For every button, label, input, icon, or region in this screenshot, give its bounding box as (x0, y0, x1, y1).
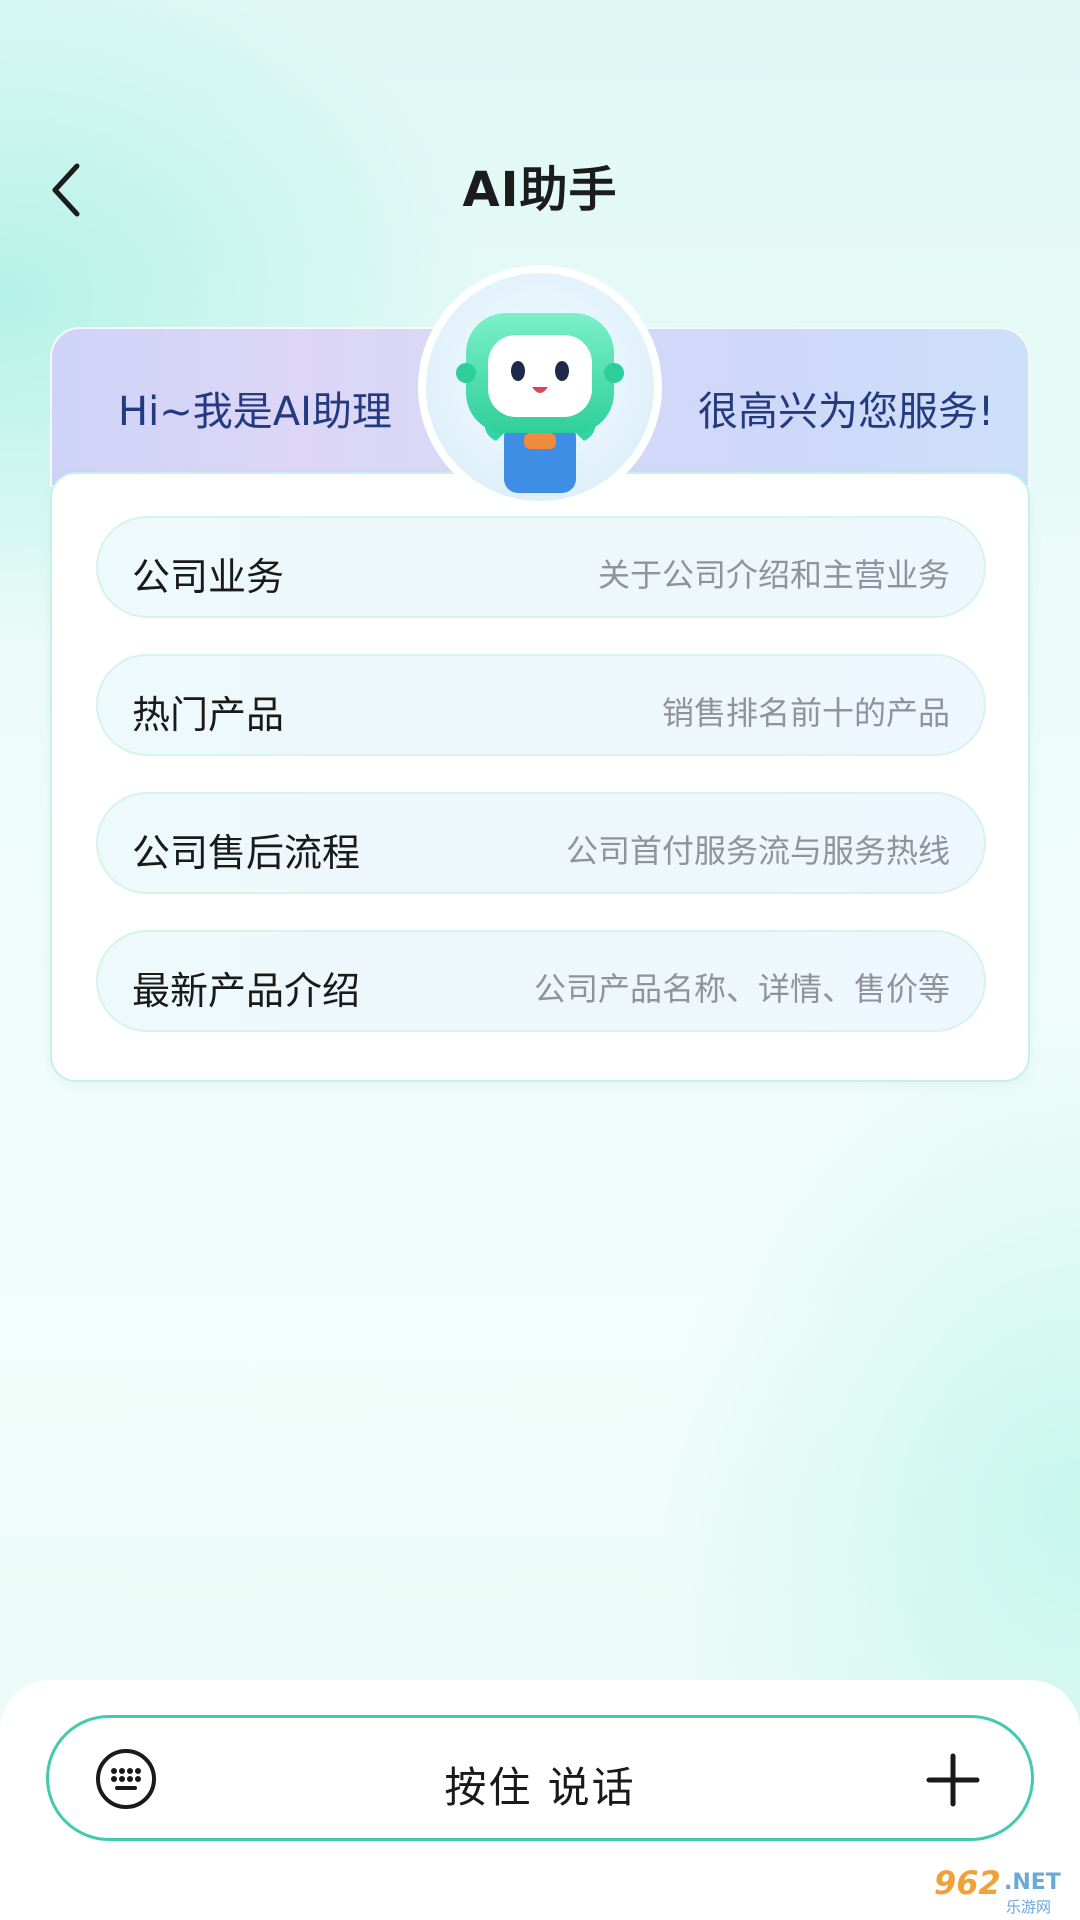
greeting-text-right: 很高兴为您服务! (697, 389, 994, 435)
plus-icon (926, 1753, 980, 1807)
menu-item-desc: 公司首付服务流与服务热线 (565, 832, 950, 870)
watermark-net: .NET (1004, 1870, 1061, 1895)
watermark-sub: 乐游网 (1006, 1898, 1052, 1916)
menu-item-desc: 公司产品名称、详情、售价等 (533, 970, 950, 1008)
menu-item-desc: 关于公司介绍和主营业务 (597, 556, 950, 594)
menu-item-title: 公司售后流程 (132, 831, 361, 875)
menu-item-after-sales[interactable]: 公司售后流程 公司首付服务流与服务热线 (96, 792, 986, 894)
more-options-button[interactable] (925, 1752, 981, 1808)
greeting-text-left: Hi~我是AI助理 (118, 389, 392, 435)
site-watermark: 962 .NET 乐游网 (934, 1864, 1074, 1916)
robot-mascot-icon (456, 313, 624, 493)
menu-item-new-products[interactable]: 最新产品介绍 公司产品名称、详情、售价等 (96, 930, 986, 1032)
hold-to-talk-label: 按住 说话 (444, 1763, 636, 1812)
menu-item-title: 热门产品 (132, 693, 285, 737)
menu-item-title: 最新产品介绍 (132, 969, 361, 1013)
menu-item-company-business[interactable]: 公司业务 关于公司介绍和主营业务 (96, 516, 986, 618)
hold-to-talk-button[interactable]: 按住 说话 (46, 1715, 1034, 1841)
assistant-avatar (418, 265, 662, 509)
menu-item-title: 公司业务 (132, 555, 285, 599)
menu-item-hot-products[interactable]: 热门产品 销售排名前十的产品 (96, 654, 986, 756)
quick-menu-card: 公司业务 关于公司介绍和主营业务 热门产品 销售排名前十的产品 公司售后流程 公… (50, 472, 1030, 1082)
watermark-brand: 962 (934, 1864, 1001, 1902)
page-title: AI助手 (462, 162, 618, 218)
menu-item-desc: 销售排名前十的产品 (661, 694, 950, 732)
